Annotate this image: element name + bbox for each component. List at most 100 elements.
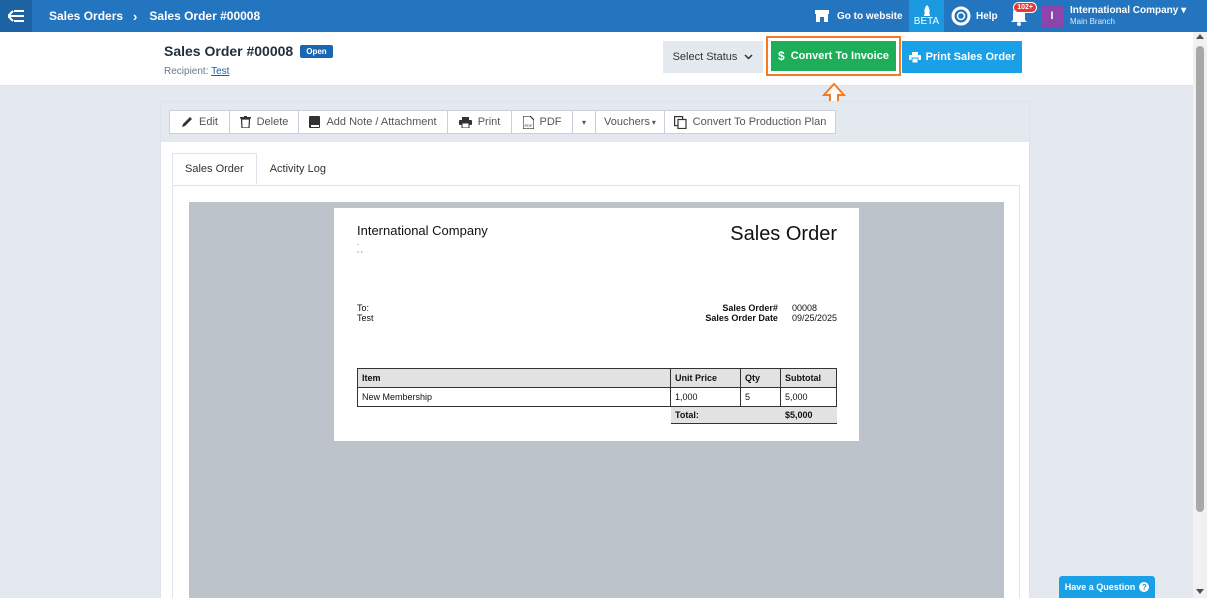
doc-address: . , , bbox=[357, 240, 363, 254]
go-to-website-link[interactable]: Go to website bbox=[815, 0, 903, 32]
notifications-button[interactable]: 102+ bbox=[1009, 2, 1037, 28]
page-title-row: Sales Order #00008 Open bbox=[164, 43, 333, 59]
company-name: International Company bbox=[1070, 5, 1179, 16]
table-header-row: Item Unit Price Qty Subtotal bbox=[357, 368, 837, 388]
doc-to-name: Test bbox=[357, 313, 374, 323]
convert-to-production-plan-button[interactable]: Convert To Production Plan bbox=[664, 110, 836, 134]
table-row: New Membership 1,000 5 5,000 bbox=[357, 387, 837, 407]
convert-to-invoice-button[interactable]: $ Convert To Invoice bbox=[771, 41, 896, 71]
lifebuoy-icon bbox=[951, 6, 971, 26]
tab-bar: Sales Order Activity Log bbox=[172, 153, 339, 185]
print-button[interactable]: Print bbox=[447, 110, 512, 134]
recipient-label: Recipient: bbox=[164, 66, 209, 77]
breadcrumb-current: Sales Order #00008 bbox=[149, 9, 261, 23]
edit-button[interactable]: Edit bbox=[169, 110, 230, 134]
help-label: Help bbox=[976, 10, 998, 22]
doc-total-label: Total: bbox=[675, 410, 699, 420]
breadcrumb: Sales Orders › Sales Order #00008 bbox=[49, 0, 260, 32]
pdf-button[interactable]: PDF PDF bbox=[511, 110, 573, 134]
branch-name: Main Branch bbox=[1070, 17, 1115, 26]
status-badge: Open bbox=[300, 44, 333, 58]
trash-icon bbox=[239, 116, 251, 128]
page-header: Sales Order #00008 Open Recipient: Test … bbox=[0, 32, 1193, 86]
column-header-subtotal: Subtotal bbox=[780, 368, 837, 388]
beta-button[interactable]: BETA bbox=[909, 0, 944, 32]
select-status-label: Select Status bbox=[672, 51, 738, 63]
breadcrumb-sales-orders[interactable]: Sales Orders bbox=[49, 9, 123, 23]
book-icon bbox=[309, 116, 321, 128]
convert-to-invoice-highlight: $ Convert To Invoice bbox=[766, 36, 901, 76]
doc-total-value: $5,000 bbox=[785, 410, 813, 420]
doc-items-table: Item Unit Price Qty Subtotal New Members… bbox=[357, 368, 837, 407]
scroll-thumb[interactable] bbox=[1196, 46, 1204, 512]
column-header-qty: Qty bbox=[740, 368, 781, 388]
rocket-icon bbox=[923, 5, 930, 16]
cell-unit-price: 1,000 bbox=[670, 387, 741, 407]
doc-recipient: To: Test bbox=[357, 303, 374, 323]
top-bar: Sales Orders › Sales Order #00008 Go to … bbox=[0, 0, 1207, 32]
vouchers-dropdown[interactable]: Vouchers ▾ bbox=[595, 110, 665, 134]
printer-icon bbox=[458, 116, 472, 128]
help-button[interactable]: Help bbox=[951, 0, 998, 32]
tab-sales-order[interactable]: Sales Order bbox=[172, 153, 257, 185]
cell-qty: 5 bbox=[740, 387, 781, 407]
doc-address-line2: , , bbox=[357, 247, 363, 254]
svg-text:PDF: PDF bbox=[524, 123, 533, 128]
scroll-down-arrow-icon[interactable] bbox=[1196, 589, 1204, 594]
chevron-right-icon: › bbox=[133, 8, 138, 24]
company-switcher[interactable]: International Company ▾ Main Branch bbox=[1070, 5, 1186, 27]
menu-toggle-button[interactable] bbox=[0, 0, 32, 32]
caret-down-icon: ▾ bbox=[651, 117, 656, 127]
doc-title: Sales Order bbox=[730, 223, 837, 245]
doc-to-label: To: bbox=[357, 303, 370, 313]
store-icon bbox=[815, 10, 829, 22]
caret-down-icon: ▾ bbox=[581, 117, 586, 127]
copy-icon bbox=[673, 115, 687, 129]
doc-total-row: Total: $5,000 bbox=[671, 407, 837, 424]
caret-down-icon: ▾ bbox=[1181, 5, 1187, 16]
have-a-question-label: Have a Question bbox=[1064, 582, 1136, 592]
column-header-item: Item bbox=[357, 368, 671, 388]
chevron-down-icon bbox=[744, 54, 753, 60]
doc-order-no: 00008 bbox=[791, 303, 817, 313]
vouchers-label: Vouchers bbox=[604, 116, 650, 128]
recipient-link[interactable]: Test bbox=[211, 66, 229, 77]
page-title: Sales Order #00008 bbox=[164, 43, 294, 59]
convert-to-production-plan-label: Convert To Production Plan bbox=[692, 116, 827, 128]
have-a-question-button[interactable]: Have a Question ? bbox=[1059, 576, 1155, 598]
print-sales-order-button[interactable]: Print Sales Order bbox=[902, 41, 1022, 73]
doc-company-name: International Company bbox=[357, 223, 488, 238]
beta-label: BETA bbox=[913, 16, 940, 27]
menu-back-icon bbox=[8, 10, 24, 22]
document-preview-area: International Company . , , Sales Order … bbox=[189, 202, 1004, 598]
delete-button[interactable]: Delete bbox=[229, 110, 299, 134]
pdf-file-icon: PDF bbox=[522, 115, 534, 129]
pdf-dropdown-toggle[interactable]: ▾ bbox=[572, 110, 596, 134]
question-icon: ? bbox=[1139, 582, 1150, 592]
cell-item: New Membership bbox=[357, 387, 671, 407]
edit-label: Edit bbox=[199, 116, 218, 128]
doc-meta: Sales Order# Sales Order Date 00008 09/2… bbox=[705, 303, 837, 323]
print-label: Print bbox=[477, 116, 501, 128]
printer-icon bbox=[908, 51, 921, 63]
add-note-label: Add Note / Attachment bbox=[326, 116, 437, 128]
content-panel: Edit Delete Add Note / Attachment Print … bbox=[160, 101, 1030, 598]
action-toolbar: Edit Delete Add Note / Attachment Print … bbox=[161, 102, 1029, 142]
column-header-unit-price: Unit Price bbox=[670, 368, 741, 388]
tab-content: International Company . , , Sales Order … bbox=[172, 185, 1020, 598]
doc-order-date-label: Sales Order Date bbox=[705, 313, 778, 323]
add-note-button[interactable]: Add Note / Attachment bbox=[298, 110, 448, 134]
select-status-dropdown[interactable]: Select Status bbox=[663, 41, 763, 73]
cell-subtotal: 5,000 bbox=[780, 387, 837, 407]
recipient-row: Recipient: Test bbox=[164, 66, 229, 77]
sales-order-document: International Company . , , Sales Order … bbox=[334, 208, 859, 441]
doc-address-line1: . bbox=[357, 240, 359, 247]
tab-activity-log[interactable]: Activity Log bbox=[257, 153, 339, 185]
page-scrollbar[interactable] bbox=[1193, 32, 1207, 598]
scroll-up-arrow-icon[interactable] bbox=[1196, 34, 1204, 39]
dollar-icon: $ bbox=[778, 49, 785, 63]
avatar[interactable]: I bbox=[1041, 5, 1063, 27]
pencil-icon bbox=[182, 117, 193, 127]
doc-order-date: 09/25/2025 bbox=[791, 313, 837, 323]
pdf-label: PDF bbox=[539, 116, 562, 128]
